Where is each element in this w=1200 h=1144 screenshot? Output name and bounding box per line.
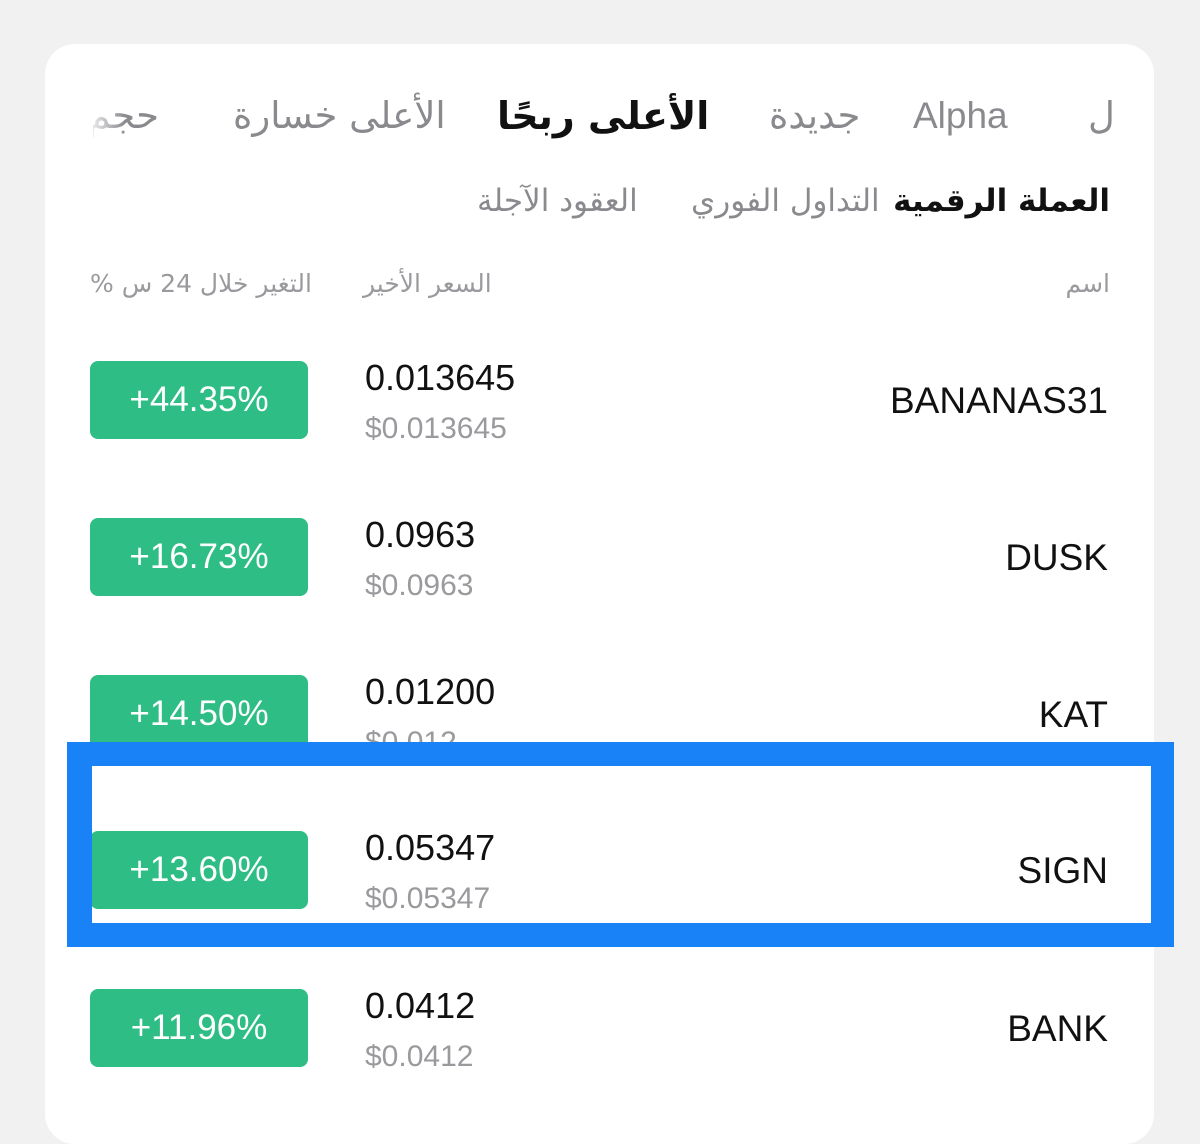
tab-top-gainers[interactable]: الأعلى ربحًا [497,92,709,140]
last-price: 0.0963 [365,514,476,555]
change-badge: +11.96% [90,989,308,1067]
subtab-spot-label: التداول الفوري [691,183,880,219]
change-badge: +13.60% [90,831,308,909]
coin-symbol: DUSK [1005,537,1108,578]
last-price-usd: $0.05347 [365,882,491,915]
last-price-usd: $0.012 [365,726,457,759]
tab-alpha-label: Alpha [913,95,1008,136]
market-card: ل Alpha جديدة الأعلى ربحًا الأعلى خسارة … [45,44,1154,1144]
tab-clipped-right[interactable]: ل [1088,92,1116,140]
column-header-change[interactable]: % التغير خلال 24 س [90,268,312,300]
coin-symbol: KAT [1038,694,1108,735]
column-header-name[interactable]: اسم [1065,268,1110,300]
last-price: 0.01200 [365,671,496,712]
tab-alpha[interactable]: Alpha [913,92,1008,140]
last-price-usd: $0.0963 [365,569,474,602]
column-header-name-label: اسم [1065,269,1110,298]
tab-top-losers-label: الأعلى خسارة [233,94,446,137]
subtab-futures-label: العقود الآجلة [477,183,638,219]
tab-top-gainers-label: الأعلى ربحًا [497,94,710,138]
change-badge: +14.50% [90,675,308,753]
last-price-usd: $0.013645 [365,412,507,445]
change-badge: +16.73% [90,518,308,596]
last-price-usd: $0.0412 [365,1040,474,1073]
table-row[interactable]: +16.73% 0.0963 $0.0963 DUSK [45,498,1154,655]
subtab-crypto-label: العملة الرقمية [893,183,1110,219]
column-header-last-price-label: السعر الأخير [363,269,492,298]
tab-new[interactable]: جديدة [769,92,860,140]
category-tabs: ل Alpha جديدة الأعلى ربحًا الأعلى خسارة … [45,44,1154,184]
coin-symbol: SIGN [1017,850,1108,891]
tab-clipped-right-label: ل [1088,94,1115,137]
change-badge: +44.35% [90,361,308,439]
column-header-change-label: % التغير خلال 24 س [90,269,312,298]
subtab-futures[interactable]: العقود الآجلة [477,181,638,221]
tab-top-losers[interactable]: الأعلى خسارة [233,92,446,140]
table-row-highlighted[interactable]: +13.60% 0.05347 $0.05347 SIGN [45,768,1154,925]
coin-symbol: BANK [1007,1008,1108,1049]
last-price: 0.0412 [365,985,476,1026]
last-price: 0.013645 [365,357,516,398]
coin-symbol: BANANAS31 [890,380,1108,421]
column-header-last-price[interactable]: السعر الأخير [363,268,492,300]
table-row[interactable]: +11.96% 0.0412 $0.0412 BANK [45,969,1154,1126]
last-price: 0.05347 [365,827,496,868]
tabs-fade-left [85,92,125,140]
tab-new-label: جديدة [769,94,861,137]
subtab-spot[interactable]: التداول الفوري [691,181,880,221]
table-row[interactable]: +44.35% 0.013645 $0.013645 BANANAS31 [45,341,1154,498]
subtab-crypto[interactable]: العملة الرقمية [893,181,1110,221]
